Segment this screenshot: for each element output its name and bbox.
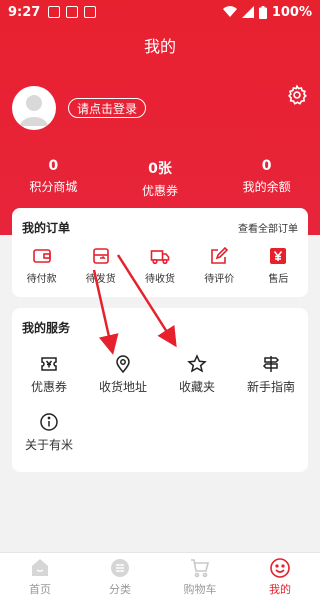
page-title: 我的: [143, 37, 176, 56]
delivery-truck-icon: [150, 250, 170, 265]
order-pending-receipt[interactable]: 待收货: [130, 246, 189, 292]
smile-icon: [270, 558, 290, 578]
stats-row: 0 积分商城 0张 优惠券 0 我的余额: [0, 158, 320, 199]
signal-icon: [241, 6, 254, 18]
yen-icon: [270, 248, 287, 264]
order-label: 售后: [268, 274, 289, 285]
service-label: 收藏夹: [178, 380, 215, 394]
stat-label: 积分商城: [29, 180, 78, 194]
coupon-icon: [41, 357, 57, 371]
stat-coupons[interactable]: 0张 优惠券: [107, 158, 214, 199]
service-label: 收货地址: [98, 380, 147, 394]
services-card: 我的服务 优惠券 收货地址 收藏夹 新手指南 关于有米: [12, 308, 308, 472]
orders-card: 我的订单 查看全部订单 待付款 待发货 待收货 待评价 售后: [12, 208, 308, 297]
notification-icon: [48, 6, 61, 18]
image-icon: [66, 6, 79, 18]
service-favorites[interactable]: 收藏夹: [160, 354, 234, 395]
home-icon: [32, 559, 48, 576]
order-pending-review[interactable]: 待评价: [190, 246, 249, 292]
wifi-icon: [222, 6, 237, 18]
truck-box-icon: [92, 248, 109, 264]
order-after-sales[interactable]: 售后: [249, 246, 308, 292]
service-coupons[interactable]: 优惠券: [12, 354, 86, 395]
status-time: 9:27: [8, 4, 41, 20]
tab-cart[interactable]: 购物车: [160, 553, 240, 600]
stat-label: 优惠券: [142, 184, 179, 198]
tab-category[interactable]: 分类: [80, 553, 160, 600]
settings-icon[interactable]: [286, 84, 308, 106]
service-label: 新手指南: [246, 380, 295, 394]
tab-label: 我的: [269, 583, 291, 596]
service-label: 优惠券: [30, 380, 67, 394]
stat-balance[interactable]: 0 我的余额: [213, 158, 320, 199]
login-button[interactable]: 请点击登录: [68, 98, 147, 118]
order-label: 待收货: [145, 274, 175, 285]
star-icon: [187, 354, 207, 373]
stat-value: 0: [48, 158, 59, 174]
stat-value: 0: [261, 158, 272, 174]
cart-icon: [191, 559, 210, 578]
order-pending-shipment[interactable]: 待发货: [71, 246, 130, 292]
avatar[interactable]: [12, 86, 56, 130]
battery-icon: [258, 5, 267, 19]
tab-home[interactable]: 首页: [0, 553, 80, 600]
user-icon: [20, 95, 48, 126]
view-all-orders-link[interactable]: 查看全部订单: [238, 220, 298, 235]
tab-label: 购物车: [183, 583, 217, 596]
edit-icon: [211, 246, 229, 264]
service-about[interactable]: 关于有米: [12, 412, 86, 453]
stat-value: 0张: [148, 161, 172, 177]
tab-label: 分类: [109, 583, 131, 596]
tab-bar: 首页 分类 购物车 我的: [0, 552, 320, 600]
service-address[interactable]: 收货地址: [86, 354, 160, 395]
stat-points-mall[interactable]: 0 积分商城: [0, 158, 107, 199]
signpost-icon: [262, 356, 280, 372]
info-icon: [40, 413, 58, 431]
order-pending-payment[interactable]: 待付款: [12, 246, 71, 292]
location-icon: [116, 355, 130, 374]
order-label: 待付款: [26, 274, 57, 285]
service-label: 关于有米: [24, 438, 73, 452]
service-guide[interactable]: 新手指南: [234, 354, 308, 395]
stat-label: 我的余额: [242, 180, 291, 194]
wallet-icon: [32, 249, 51, 263]
services-title: 我的服务: [22, 320, 71, 335]
category-icon: [111, 559, 129, 577]
photo-icon: [84, 6, 97, 18]
status-bar: 9:27 100%: [0, 0, 320, 24]
order-label: 待评价: [204, 274, 235, 285]
battery-level: 100%: [271, 4, 312, 20]
orders-title: 我的订单: [22, 220, 71, 235]
order-label: 待发货: [85, 274, 116, 285]
tab-mine[interactable]: 我的: [240, 553, 320, 600]
tab-label: 首页: [29, 583, 51, 596]
